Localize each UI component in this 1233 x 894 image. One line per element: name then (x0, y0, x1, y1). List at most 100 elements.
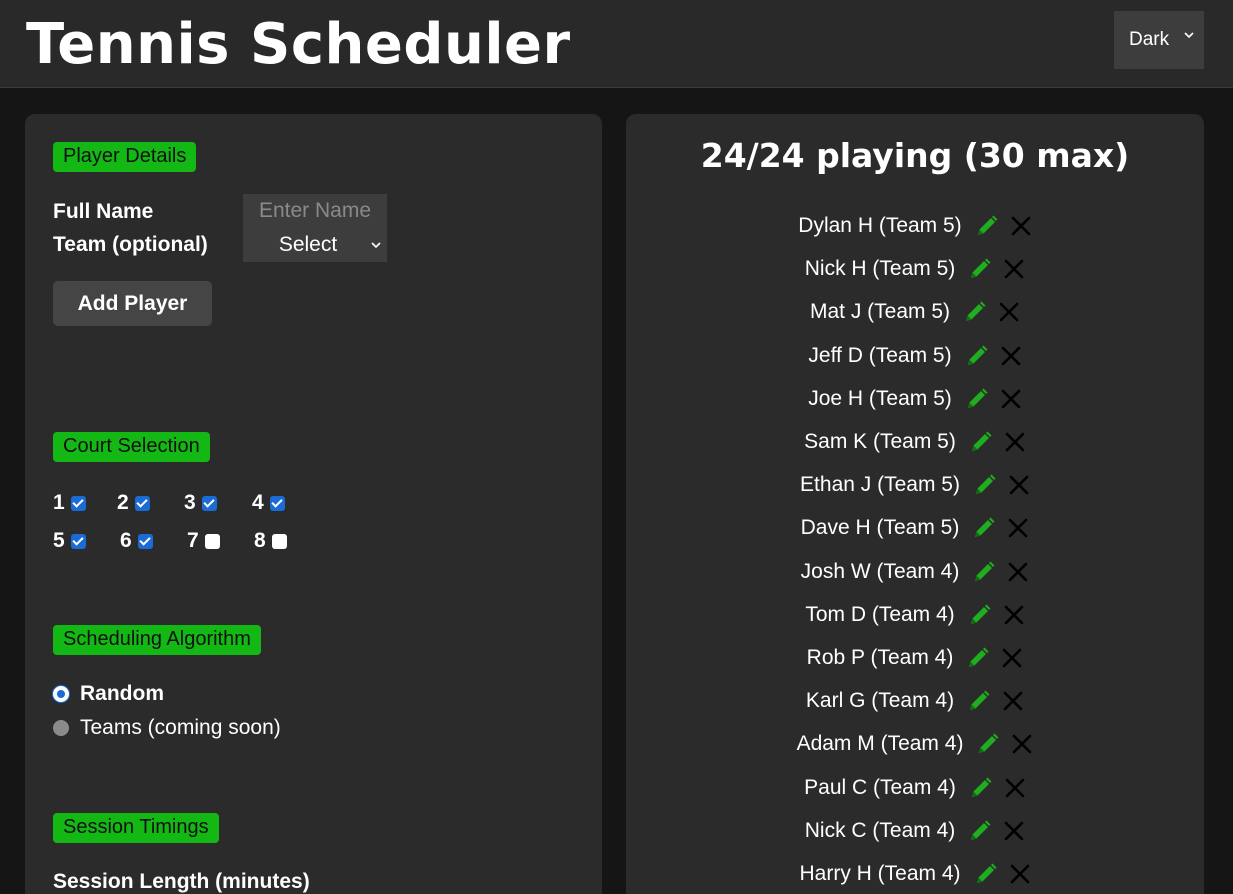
player-row: Dave H (Team 5) (626, 508, 1204, 548)
player-row: Josh W (Team 4) (626, 552, 1204, 592)
court-checkbox[interactable] (70, 533, 86, 549)
player-name: Nick H (Team 5) (804, 257, 956, 281)
pencil-icon[interactable] (972, 516, 996, 540)
court-selection-label: Court Selection (53, 432, 210, 462)
app-header: Tennis Scheduler Dark (0, 0, 1233, 88)
theme-select[interactable]: Dark (1114, 11, 1204, 69)
radio-button[interactable] (53, 720, 69, 736)
close-icon[interactable] (1011, 733, 1033, 755)
theme-select-value: Dark (1129, 29, 1170, 50)
player-name: Dylan H (Team 5) (798, 214, 962, 237)
court-checkbox[interactable] (137, 533, 153, 549)
close-icon[interactable] (1010, 215, 1032, 237)
pencil-icon[interactable] (974, 862, 998, 886)
player-name: Ethan J (Team 5) (800, 473, 960, 497)
settings-panel: Player Details Full Name Team (optional)… (25, 114, 602, 894)
court-checkbox[interactable] (204, 533, 220, 549)
court-checkbox[interactable] (70, 495, 86, 511)
close-icon[interactable] (1000, 345, 1022, 367)
pencil-icon[interactable] (969, 776, 993, 800)
radio-label: Random (80, 682, 164, 705)
pencil-icon[interactable] (965, 344, 989, 368)
court-option[interactable]: 3 (184, 491, 217, 515)
court-label: 6 (120, 529, 132, 552)
player-row: Tom D (Team 4) (626, 595, 1204, 635)
player-name: Nick C (Team 4) (804, 818, 956, 842)
radio-button[interactable] (53, 686, 69, 702)
court-option[interactable]: 7 (187, 529, 220, 553)
radio-teams[interactable]: Teams (coming soon) (53, 716, 281, 740)
player-row: Paul C (Team 4) (626, 768, 1204, 808)
close-icon[interactable] (1003, 258, 1025, 280)
close-icon[interactable] (1009, 863, 1031, 885)
add-player-button[interactable]: Add Player (53, 281, 212, 326)
pencil-icon[interactable] (975, 214, 999, 238)
close-icon[interactable] (998, 301, 1020, 323)
full-name-label: Full Name (53, 200, 154, 223)
player-row: Karl G (Team 4) (626, 681, 1204, 721)
players-count-heading: 24/24 playing (30 max) (700, 136, 1130, 175)
court-option[interactable]: 8 (254, 529, 287, 553)
player-name: Mat J (Team 5) (809, 300, 951, 324)
player-name: Joe H (Team 5) (808, 386, 952, 410)
court-option[interactable]: 5 (53, 529, 86, 553)
court-label: 7 (187, 529, 199, 552)
close-icon[interactable] (1008, 474, 1030, 496)
pencil-icon[interactable] (967, 689, 991, 713)
player-row: Jeff D (Team 5) (626, 336, 1204, 376)
close-icon[interactable] (1001, 647, 1023, 669)
close-icon[interactable] (1000, 388, 1022, 410)
player-name: Adam M (Team 4) (796, 732, 964, 756)
player-name: Paul C (Team 4) (804, 775, 956, 799)
close-icon[interactable] (1003, 820, 1025, 842)
player-name: Karl G (Team 4) (805, 689, 955, 713)
pencil-icon[interactable] (973, 473, 997, 497)
close-icon[interactable] (1007, 517, 1029, 539)
court-option[interactable]: 6 (120, 529, 153, 553)
court-option[interactable]: 1 (53, 491, 86, 515)
player-row: Joe H (Team 5) (626, 379, 1204, 419)
court-option[interactable]: 4 (252, 491, 285, 515)
name-input[interactable] (243, 194, 387, 228)
radio-random[interactable]: Random (53, 682, 164, 706)
player-row: Ethan J (Team 5) (626, 465, 1204, 505)
team-select[interactable]: Select (243, 228, 387, 262)
player-row: Nick H (Team 5) (626, 249, 1204, 289)
pencil-icon[interactable] (972, 560, 996, 584)
court-checkbox[interactable] (201, 495, 217, 511)
pencil-icon[interactable] (968, 257, 992, 281)
scheduling-algorithm-label: Scheduling Algorithm (53, 625, 261, 655)
court-label: 1 (53, 491, 65, 514)
close-icon[interactable] (1007, 561, 1029, 583)
close-icon[interactable] (1004, 431, 1026, 453)
session-length-label: Session Length (minutes) (53, 870, 310, 893)
pencil-icon[interactable] (966, 646, 990, 670)
team-select-value: Select (278, 233, 338, 256)
pencil-icon[interactable] (968, 603, 992, 627)
pencil-icon[interactable] (968, 819, 992, 843)
court-checkbox[interactable] (134, 495, 150, 511)
player-name: Dave H (Team 5) (800, 516, 960, 540)
player-row: Rob P (Team 4) (626, 638, 1204, 678)
player-row: Harry H (Team 4) (626, 854, 1204, 894)
player-name: Josh W (Team 4) (800, 559, 960, 583)
chevron-down-icon (1184, 32, 1194, 39)
close-icon[interactable] (1003, 604, 1025, 626)
court-label: 4 (252, 491, 264, 514)
close-icon[interactable] (1004, 777, 1026, 799)
player-name: Rob P (Team 4) (806, 646, 954, 669)
player-name: Jeff D (Team 5) (808, 343, 952, 367)
court-option[interactable]: 2 (117, 491, 150, 515)
pencil-icon[interactable] (963, 300, 987, 324)
pencil-icon[interactable] (965, 387, 989, 411)
court-label: 3 (184, 491, 196, 514)
close-icon[interactable] (1002, 690, 1024, 712)
app-title: Tennis Scheduler (26, 12, 571, 77)
court-checkbox[interactable] (269, 495, 285, 511)
pencil-icon[interactable] (976, 732, 1000, 756)
court-checkbox[interactable] (271, 533, 287, 549)
pencil-icon[interactable] (969, 430, 993, 454)
player-details-label: Player Details (53, 142, 197, 172)
chevron-down-icon (371, 242, 381, 249)
player-row: Nick C (Team 4) (626, 811, 1204, 851)
